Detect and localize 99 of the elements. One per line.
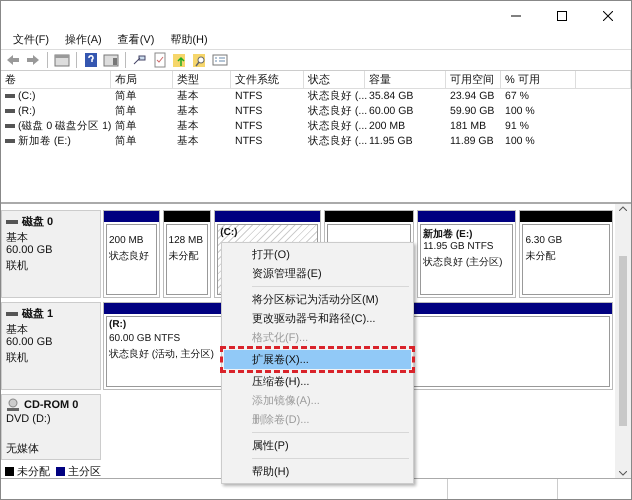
table-cell-text: 35.84 GB [368, 90, 414, 102]
partition-title: (C:) [220, 227, 238, 240]
table-cell-text: 59.90 GB [449, 105, 496, 118]
legend-label: 未分配 [17, 464, 50, 479]
console-tree-icon[interactable] [54, 52, 70, 68]
disk-detail: 联机 [6, 259, 28, 272]
table-cell-text: 状态良好 (... [307, 104, 365, 118]
menu-item[interactable]: 帮助(H) [162, 32, 216, 48]
disk-name: 磁盘 1 [6, 306, 96, 322]
context-menu-item[interactable]: 更改驱动器号和路径(C)... [224, 309, 411, 328]
table-cell-text: 基本 [176, 119, 200, 134]
cd-drive-icon [6, 398, 20, 412]
context-menu-item[interactable]: 帮助(H) [224, 462, 411, 481]
table-cell-text: 简单 [114, 89, 138, 104]
close-icon [603, 11, 613, 21]
context-menu-item[interactable]: 扩展卷(X)... [224, 350, 411, 369]
disk-detail: 基本 [6, 231, 28, 244]
legend-label: 主分区 [68, 464, 101, 479]
partition-detail: 200 MB [109, 235, 144, 248]
menu-item[interactable]: 文件(F) [5, 32, 58, 48]
table-cell-text: 11.89 GB [449, 135, 495, 148]
disk-name: 磁盘 0 [6, 214, 96, 230]
disk-detail: 基本 [6, 323, 28, 336]
table-cell-text: 基本 [176, 104, 200, 118]
partition-detail: 未分配 [525, 250, 556, 264]
maximize-icon [557, 11, 567, 21]
table-cell-text: 100 % [504, 135, 536, 148]
partition-title: (R:) [109, 319, 126, 332]
partition-detail: 128 MB [168, 235, 203, 248]
column-header[interactable]: 可用空间 [446, 70, 501, 88]
disk-detail: 60.00 GB [6, 244, 52, 258]
table-cell-text: 11.95 GB [368, 135, 414, 148]
disk-name: CD-ROM 0 [6, 398, 96, 412]
table-cell-text: 简单 [114, 104, 138, 118]
table-cell-text: 基本 [176, 134, 200, 148]
context-menu-item[interactable]: 资源管理器(E) [224, 264, 411, 283]
partition-detail: 状态良好 (主分区) [423, 256, 503, 270]
table-cell-text: 91 % [504, 120, 530, 132]
scroll-up-icon[interactable] [619, 206, 627, 212]
column-header[interactable]: 状态 [304, 70, 365, 88]
table-cell-text: 基本 [176, 89, 200, 104]
partition-detail: 状态良好 [109, 250, 149, 264]
partition-detail: 11.95 GB NTFS [423, 241, 494, 254]
scroll-down-icon[interactable] [619, 471, 627, 476]
table-cell: (磁盘 0 磁盘分区 1) [1, 119, 111, 134]
help-icon[interactable] [83, 52, 99, 68]
legend-swatch [56, 466, 65, 476]
table-cell-text: 简单 [114, 134, 138, 148]
folder-search-icon[interactable] [192, 52, 208, 68]
table-cell-text: 状态良好 (... [307, 134, 365, 148]
disk-detail: 联机 [6, 351, 28, 364]
disk-info-panel[interactable]: 磁盘 1 基本 60.00 GB 联机 [1, 302, 101, 390]
disk-detail: 无媒体 [6, 442, 39, 456]
menu-item[interactable]: 查看(V) [110, 32, 162, 48]
partition-block[interactable]: 200 MB 状态良好 [103, 210, 160, 298]
column-header[interactable]: 容量 [365, 70, 446, 88]
checklist-icon[interactable] [152, 52, 168, 68]
partition-detail: 6.30 GB [525, 235, 562, 248]
context-menu-item[interactable]: 打开(O) [224, 245, 411, 264]
disk-detail: DVD (D:) [6, 413, 51, 428]
partition-block[interactable]: 128 MB 未分配 [162, 210, 212, 298]
partition-title: 新加卷 (E:) [423, 227, 473, 242]
disk-info-panel[interactable]: 磁盘 0 基本 60.00 GB 联机 [1, 210, 101, 298]
panel-icon[interactable] [103, 52, 119, 68]
table-cell-text: NTFS [234, 120, 264, 132]
context-menu-item[interactable]: 压缩卷(H)... [224, 372, 411, 391]
table-cell-text: NTFS [234, 105, 264, 118]
context-menu-item[interactable]: 属性(P) [224, 436, 411, 455]
partition-detail: 状态良好 (活动, 主分区) [109, 348, 214, 362]
table-cell-text: 简单 [114, 119, 138, 134]
scrollbar[interactable] [615, 204, 631, 478]
column-header[interactable]: % 可用 [501, 70, 576, 88]
partition-detail: 60.00 GB NTFS [109, 333, 180, 346]
disk-detail: 60.00 GB [6, 336, 52, 350]
table-cell-text: NTFS [234, 90, 264, 102]
table-cell-text: 状态良好 (... [307, 89, 365, 104]
column-header[interactable]: 卷 [1, 70, 111, 88]
menu-item[interactable]: 操作(A) [57, 32, 110, 48]
table-cell: (R:) [1, 105, 111, 118]
table-cell-text: 23.94 GB [449, 90, 496, 102]
table-cell-text: NTFS [234, 135, 264, 148]
table-cell-text: 状态良好 (... [307, 119, 365, 134]
table-cell-text: 200 MB [368, 120, 406, 132]
disk-info-panel[interactable]: CD-ROM 0 DVD (D:) 无媒体 [1, 394, 101, 460]
table-cell-text: 100 % [504, 105, 536, 118]
folder-up-icon[interactable] [172, 52, 188, 68]
legend-swatch [5, 466, 14, 476]
column-header[interactable]: 文件系统 [231, 70, 304, 88]
table-cell-text: 60.00 GB [368, 105, 414, 118]
partition-detail: 未分配 [168, 250, 199, 264]
column-header[interactable]: 布局 [111, 70, 173, 88]
table-cell: 新加卷 (E:) [1, 134, 111, 148]
table-cell-text: 181 MB [449, 120, 488, 132]
partition-block[interactable]: 6.30 GB 未分配 [519, 210, 613, 298]
table-cell: (C:) [1, 90, 111, 102]
table-cell-text: 67 % [504, 90, 530, 102]
properties-icon[interactable] [212, 52, 228, 68]
column-header[interactable]: 类型 [173, 70, 231, 88]
partition-block[interactable]: 新加卷 (E:) 11.95 GB NTFS 状态良好 (主分区) [417, 210, 516, 298]
